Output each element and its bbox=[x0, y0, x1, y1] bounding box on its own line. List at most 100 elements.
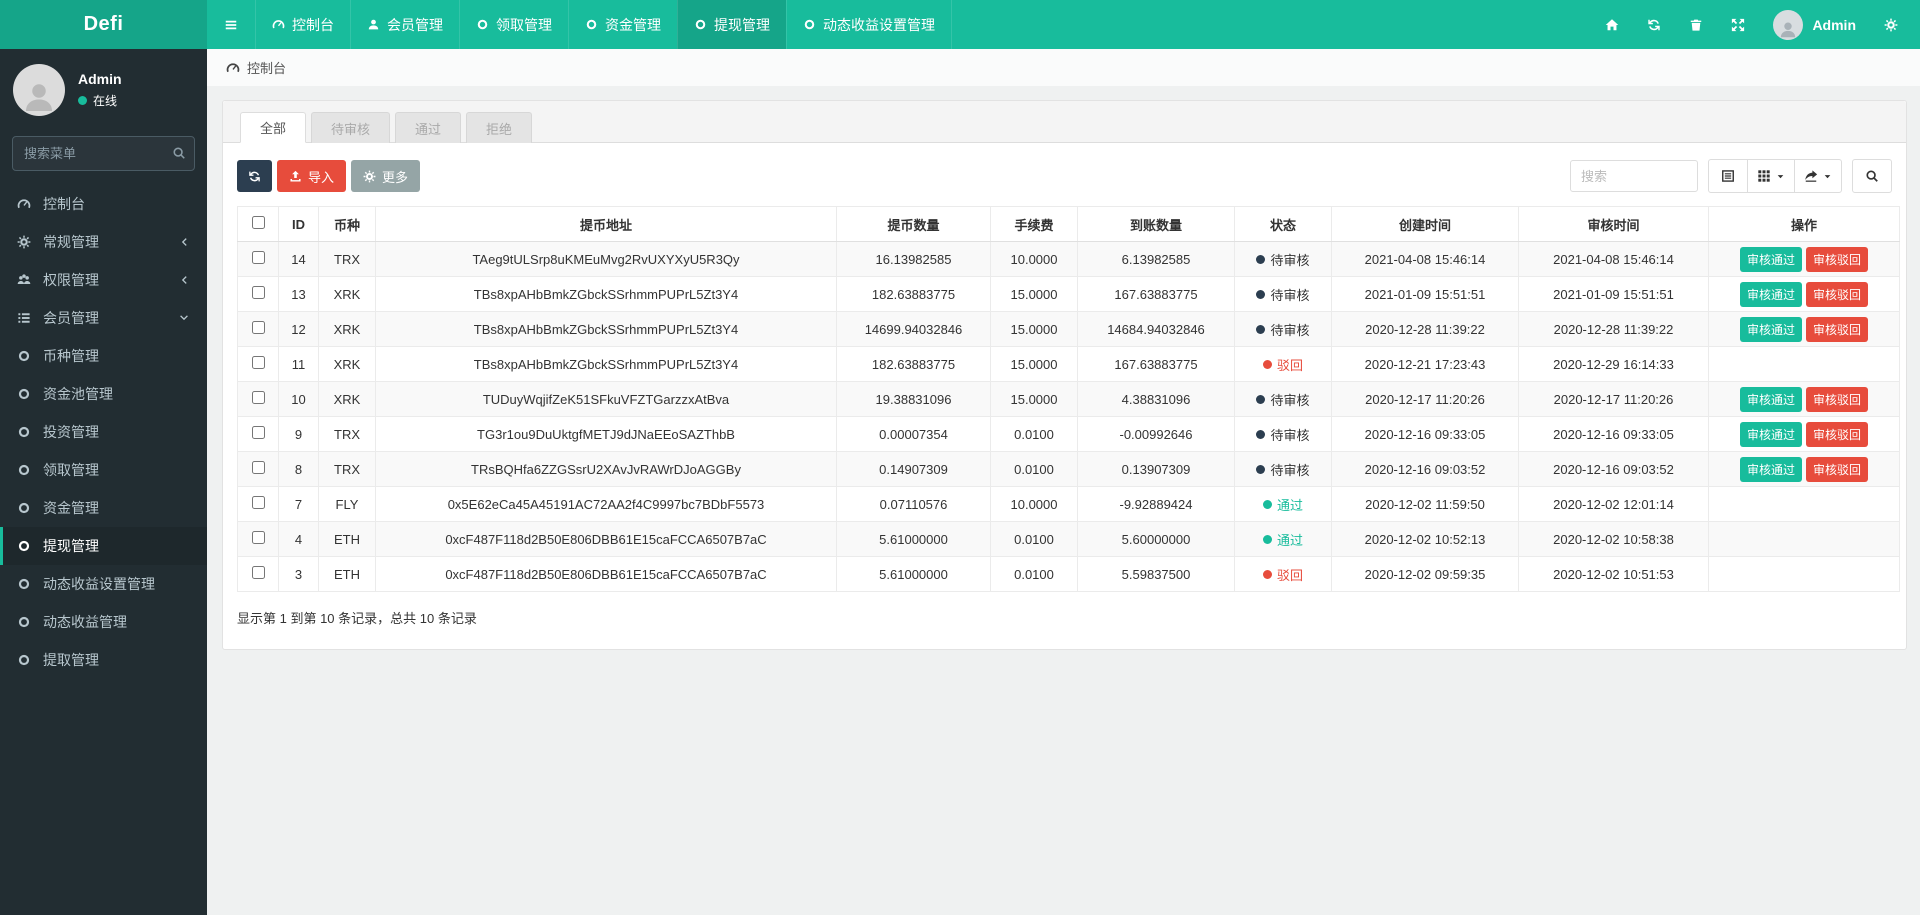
cell-actions: 审核通过审核驳回 bbox=[1709, 417, 1900, 452]
row-checkbox[interactable] bbox=[252, 286, 265, 299]
approve-button[interactable]: 审核通过 bbox=[1740, 387, 1802, 412]
approve-button[interactable]: 审核通过 bbox=[1740, 422, 1802, 447]
columns-button[interactable] bbox=[1747, 159, 1795, 193]
table-row: 3ETH0xcF487F118d2B50E806DBB61E15caFCCA65… bbox=[238, 557, 1900, 592]
navbar-item-label: 动态收益设置管理 bbox=[823, 15, 935, 35]
sidebar-item-label: 会员管理 bbox=[43, 308, 99, 328]
refresh-icon bbox=[1647, 18, 1661, 32]
fullscreen-button[interactable] bbox=[1717, 0, 1759, 49]
navbar-item[interactable]: 动态收益设置管理 bbox=[786, 0, 952, 49]
circle-icon bbox=[15, 577, 32, 591]
navbar-item[interactable]: 提现管理 bbox=[677, 0, 786, 49]
more-button[interactable]: 更多 bbox=[351, 160, 420, 192]
reject-button[interactable]: 审核驳回 bbox=[1806, 317, 1868, 342]
navbar-item[interactable]: 资金管理 bbox=[568, 0, 677, 49]
approve-button[interactable]: 审核通过 bbox=[1740, 282, 1802, 307]
table-row: 14TRXTAeg9tULSrp8uKMEuMvg2RvUXYXyU5R3Qy1… bbox=[238, 242, 1900, 277]
status-dot-icon bbox=[1256, 255, 1265, 264]
row-checkbox[interactable] bbox=[252, 391, 265, 404]
row-checkbox[interactable] bbox=[252, 496, 265, 509]
navbar-item-label: 控制台 bbox=[292, 15, 334, 35]
circle-icon bbox=[476, 18, 489, 31]
tab[interactable]: 待审核 bbox=[311, 112, 390, 143]
row-checkbox[interactable] bbox=[252, 566, 265, 579]
reject-button[interactable]: 审核驳回 bbox=[1806, 247, 1868, 272]
column-header: ID bbox=[279, 207, 319, 242]
table-row: 4ETH0xcF487F118d2B50E806DBB61E15caFCCA65… bbox=[238, 522, 1900, 557]
sidebar-item[interactable]: 控制台 bbox=[0, 185, 207, 223]
reject-button[interactable]: 审核驳回 bbox=[1806, 457, 1868, 482]
approve-button[interactable]: 审核通过 bbox=[1740, 317, 1802, 342]
row-checkbox[interactable] bbox=[252, 321, 265, 334]
cell-amount: 5.61000000 bbox=[837, 522, 991, 557]
sidebar-search-input[interactable] bbox=[12, 136, 195, 171]
cell-fee: 0.0100 bbox=[991, 452, 1078, 487]
cell-id: 14 bbox=[279, 242, 319, 277]
sidebar-item[interactable]: 提现管理 bbox=[0, 527, 207, 565]
approve-button[interactable]: 审核通过 bbox=[1740, 457, 1802, 482]
gear-icon bbox=[363, 170, 376, 183]
cell-address: TBs8xpAHbBmkZGbckSSrhmmPUPrL5Zt3Y4 bbox=[376, 312, 837, 347]
refresh-table-button[interactable] bbox=[237, 160, 272, 192]
row-checkbox[interactable] bbox=[252, 461, 265, 474]
cell-amount: 0.07110576 bbox=[837, 487, 991, 522]
sidebar-item[interactable]: 领取管理 bbox=[0, 451, 207, 489]
settings-button[interactable] bbox=[1870, 0, 1912, 49]
table-search-input[interactable] bbox=[1570, 160, 1698, 192]
search-button[interactable] bbox=[1852, 159, 1892, 193]
reject-button[interactable]: 审核驳回 bbox=[1806, 422, 1868, 447]
cell-created: 2020-12-16 09:33:05 bbox=[1332, 417, 1519, 452]
sidebar-item[interactable]: 会员管理 bbox=[0, 299, 207, 337]
column-header: 手续费 bbox=[991, 207, 1078, 242]
upload-icon bbox=[289, 170, 302, 183]
toggle-pagination-button[interactable] bbox=[1708, 159, 1748, 193]
sidebar-item[interactable]: 投资管理 bbox=[0, 413, 207, 451]
pagination-summary: 显示第 1 到第 10 条记录，总共 10 条记录 bbox=[237, 608, 1892, 627]
chevron-left-icon bbox=[175, 237, 192, 247]
sidebar-item[interactable]: 资金池管理 bbox=[0, 375, 207, 413]
sidebar-item[interactable]: 权限管理 bbox=[0, 261, 207, 299]
approve-button[interactable]: 审核通过 bbox=[1740, 247, 1802, 272]
row-checkbox[interactable] bbox=[252, 356, 265, 369]
import-button[interactable]: 导入 bbox=[277, 160, 346, 192]
sidebar-search bbox=[12, 136, 195, 171]
row-select-cell bbox=[238, 487, 279, 522]
navbar-item[interactable]: 领取管理 bbox=[459, 0, 568, 49]
tab[interactable]: 全部 bbox=[240, 112, 306, 143]
trash-button[interactable] bbox=[1675, 0, 1717, 49]
status-label: 待审核 bbox=[1270, 285, 1309, 304]
cell-status: 通过 bbox=[1235, 522, 1332, 557]
cell-actions: 审核通过审核驳回 bbox=[1709, 452, 1900, 487]
sidebar-menu: 控制台常规管理权限管理会员管理币种管理资金池管理投资管理领取管理资金管理提现管理… bbox=[0, 185, 207, 679]
fullscreen-icon bbox=[1731, 18, 1745, 32]
brand-logo: Defi bbox=[0, 0, 207, 49]
home-button[interactable] bbox=[1591, 0, 1633, 49]
navbar-item[interactable]: 控制台 bbox=[255, 0, 350, 49]
sidebar-item-label: 控制台 bbox=[43, 194, 85, 214]
row-checkbox[interactable] bbox=[252, 531, 265, 544]
cell-address: 0xcF487F118d2B50E806DBB61E15caFCCA6507B7… bbox=[376, 557, 837, 592]
navbar-item[interactable]: 会员管理 bbox=[350, 0, 459, 49]
tab[interactable]: 通过 bbox=[395, 112, 461, 143]
reject-button[interactable]: 审核驳回 bbox=[1806, 282, 1868, 307]
select-all-checkbox[interactable] bbox=[252, 216, 265, 229]
status-tabs: 全部待审核通过拒绝 bbox=[223, 101, 1906, 143]
row-checkbox[interactable] bbox=[252, 251, 265, 264]
user-menu[interactable]: Admin bbox=[1759, 10, 1870, 40]
circle-icon bbox=[15, 501, 32, 515]
gear-icon bbox=[15, 235, 32, 249]
cell-coin: ETH bbox=[319, 557, 376, 592]
sidebar-item[interactable]: 常规管理 bbox=[0, 223, 207, 261]
sidebar-item[interactable]: 动态收益管理 bbox=[0, 603, 207, 641]
reject-button[interactable]: 审核驳回 bbox=[1806, 387, 1868, 412]
sidebar-item[interactable]: 动态收益设置管理 bbox=[0, 565, 207, 603]
tab[interactable]: 拒绝 bbox=[466, 112, 532, 143]
sidebar-item[interactable]: 资金管理 bbox=[0, 489, 207, 527]
sidebar-item[interactable]: 币种管理 bbox=[0, 337, 207, 375]
export-button[interactable] bbox=[1794, 159, 1842, 193]
sidebar-item[interactable]: 提取管理 bbox=[0, 641, 207, 679]
cell-arrival: 5.60000000 bbox=[1078, 522, 1235, 557]
sidebar-toggle-button[interactable] bbox=[207, 0, 255, 49]
row-checkbox[interactable] bbox=[252, 426, 265, 439]
refresh-button[interactable] bbox=[1633, 0, 1675, 49]
